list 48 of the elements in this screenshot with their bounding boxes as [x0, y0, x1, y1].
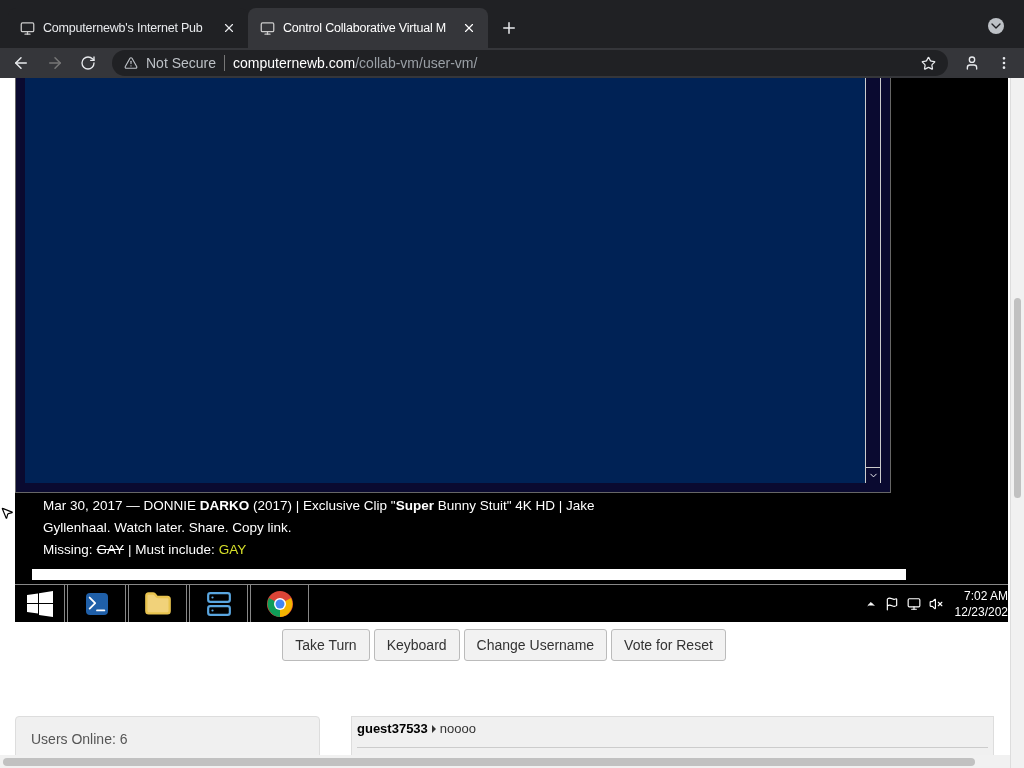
- caret-icon: [431, 724, 436, 733]
- powershell-icon: [85, 592, 108, 615]
- taskbar-app[interactable]: [250, 585, 309, 622]
- browser-logo-icon: [265, 589, 294, 618]
- muted-speaker-icon[interactable]: [928, 596, 943, 611]
- include-word: GAY: [218, 540, 247, 559]
- tab-title: Computernewb's Internet Pub: [43, 19, 204, 37]
- chat-message: noooo: [439, 720, 476, 738]
- missing-label: Missing:: [43, 540, 93, 559]
- forward-icon[interactable]: [46, 54, 64, 72]
- bookmark-star-icon[interactable]: [921, 55, 936, 71]
- windows-logo-icon: [26, 590, 53, 617]
- action-button[interactable]: Vote for Reset: [611, 629, 726, 661]
- action-button[interactable]: Keyboard: [373, 629, 460, 661]
- site-icon: [260, 20, 275, 36]
- clock-time: 7:02 AM: [963, 587, 1008, 604]
- profile-icon[interactable]: [964, 55, 980, 71]
- missing-word: GAY: [96, 540, 125, 559]
- vm-screen[interactable]: Mar 30, 2017 — DONNIE DARKO (2017) | Exclusive Clip "Super Bunny Stuit" 4K HD | Jake Gyllenhaal. Watch later. Share. Copy link. Missing: GAY | Must include: GAY 7:02 AM 12/23/202: [15, 78, 1008, 622]
- chat-username: guest37533: [357, 720, 428, 738]
- caption-line: Mar 30, 2017 — DONNIE DARKO (2017) | Exclusive Clip "Super Bunny Stuit" 4K HD | Jake: [43, 496, 596, 515]
- taskbar-app[interactable]: [189, 585, 248, 622]
- reload-icon[interactable]: [80, 55, 96, 71]
- url-host: computernewb.com: [233, 53, 356, 73]
- security-label: Not Secure: [146, 53, 217, 73]
- caption-line: Gyllenhaal. Watch later. Share. Copy link.: [43, 518, 293, 537]
- tab-menu-icon[interactable]: [988, 18, 1004, 34]
- action-button[interactable]: Change Username: [463, 629, 608, 661]
- site-icon: [20, 20, 35, 36]
- network-icon[interactable]: [906, 596, 921, 611]
- cursor-icon: [0, 506, 14, 520]
- close-icon[interactable]: [222, 21, 236, 35]
- close-icon[interactable]: [462, 21, 476, 35]
- taskbar-app[interactable]: [128, 585, 187, 622]
- taskbar-app[interactable]: [67, 585, 126, 622]
- tab-title: Control Collaborative Virtual M: [283, 19, 448, 37]
- folder-icon: [143, 589, 172, 618]
- action-button[interactable]: Take Turn: [282, 629, 370, 661]
- address-bar[interactable]: Not Secure computernewb.com/collab-vm/user-vm/: [112, 50, 948, 76]
- server-icon: [205, 590, 232, 617]
- include-label: | Must include:: [128, 540, 215, 559]
- warning-icon: [124, 56, 138, 70]
- browser-tab[interactable]: Control Collaborative Virtual M: [248, 8, 488, 48]
- url-path: /collab-vm/user-vm/: [355, 53, 478, 73]
- flag-icon[interactable]: [884, 596, 899, 611]
- clock-date: 12/23/202: [954, 603, 1008, 620]
- new-tab-icon[interactable]: [500, 19, 518, 37]
- back-icon[interactable]: [12, 54, 30, 72]
